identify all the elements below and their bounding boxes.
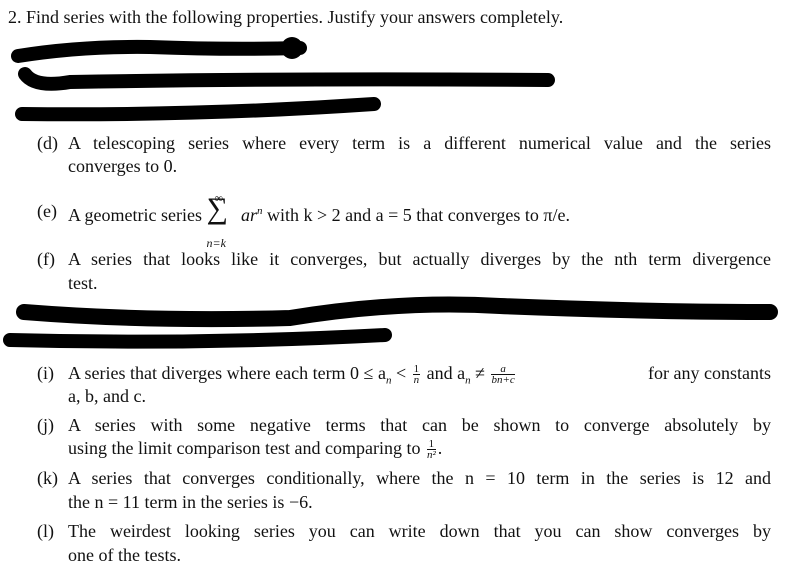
item-f-line1: A series that looks like it converges, b… <box>68 249 771 269</box>
item-k-line1: A series that converges conditionally, w… <box>68 468 771 488</box>
item-d-line2: converges to 0. <box>68 156 178 176</box>
fraction-a-over-bn-c: a bn+c <box>491 364 515 387</box>
summation: ∞ ∑ n=k <box>206 191 236 250</box>
denominator: n² <box>426 449 436 462</box>
fraction-1-over-n: 1n <box>412 364 421 387</box>
item-label-l: (l) <box>37 521 54 541</box>
denominator: bn+c <box>491 374 515 387</box>
redaction-stroke-c <box>15 97 381 122</box>
item-label-e: (e) <box>37 201 57 221</box>
item-e-text: A geometric series ∞ ∑ n=k arn with k > … <box>68 191 570 250</box>
item-i-pre: A series that diverges where each term 0… <box>68 363 386 383</box>
item-j-line2: using the limit comparison test and comp… <box>68 438 443 462</box>
item-d-line1: A telescoping series where every term is… <box>68 133 771 153</box>
item-e-post: with k > 2 and a = 5 that converges to π… <box>266 205 570 225</box>
not-equal: ≠ <box>475 363 485 383</box>
redaction-stroke-b <box>18 67 555 91</box>
fraction-1-over-n-squared: 1 n² <box>426 439 436 462</box>
item-l-line1: The weirdest looking series you can writ… <box>68 521 771 541</box>
item-i-line2: a, b, and c. <box>68 386 146 406</box>
period: . <box>437 438 443 458</box>
item-k-line2: the n = 11 term in the series is −6. <box>68 492 313 512</box>
redaction-blob <box>281 37 303 59</box>
item-l-line2: one of the tests. <box>68 545 181 565</box>
denominator: n <box>413 374 420 387</box>
redaction-stroke-a <box>11 39 307 63</box>
item-i-mid: and a <box>426 363 466 383</box>
sum-exponent: n <box>256 205 263 217</box>
item-label-k: (k) <box>37 468 58 488</box>
item-j-pre: using the limit comparison test and comp… <box>68 438 421 458</box>
item-e-pre: A geometric series <box>68 205 202 225</box>
item-label-i: (i) <box>37 363 54 383</box>
subscript: n <box>465 374 471 387</box>
item-label-j: (j) <box>37 415 54 435</box>
item-i-post: for any constants <box>648 363 771 383</box>
item-i-line1: A series that diverges where each term 0… <box>68 363 771 391</box>
subscript: n <box>385 374 392 387</box>
item-label-d: (d) <box>37 133 58 153</box>
less-than: < <box>395 363 407 383</box>
redaction-stroke-d <box>16 296 778 328</box>
sum-term: ar <box>240 205 257 225</box>
item-j-line1: A series with some negative terms that c… <box>68 415 771 435</box>
redaction-stroke-e <box>3 328 392 349</box>
sum-symbol: ∑ <box>206 192 228 225</box>
item-label-f: (f) <box>37 249 55 269</box>
item-f-line2: test. <box>68 273 98 293</box>
